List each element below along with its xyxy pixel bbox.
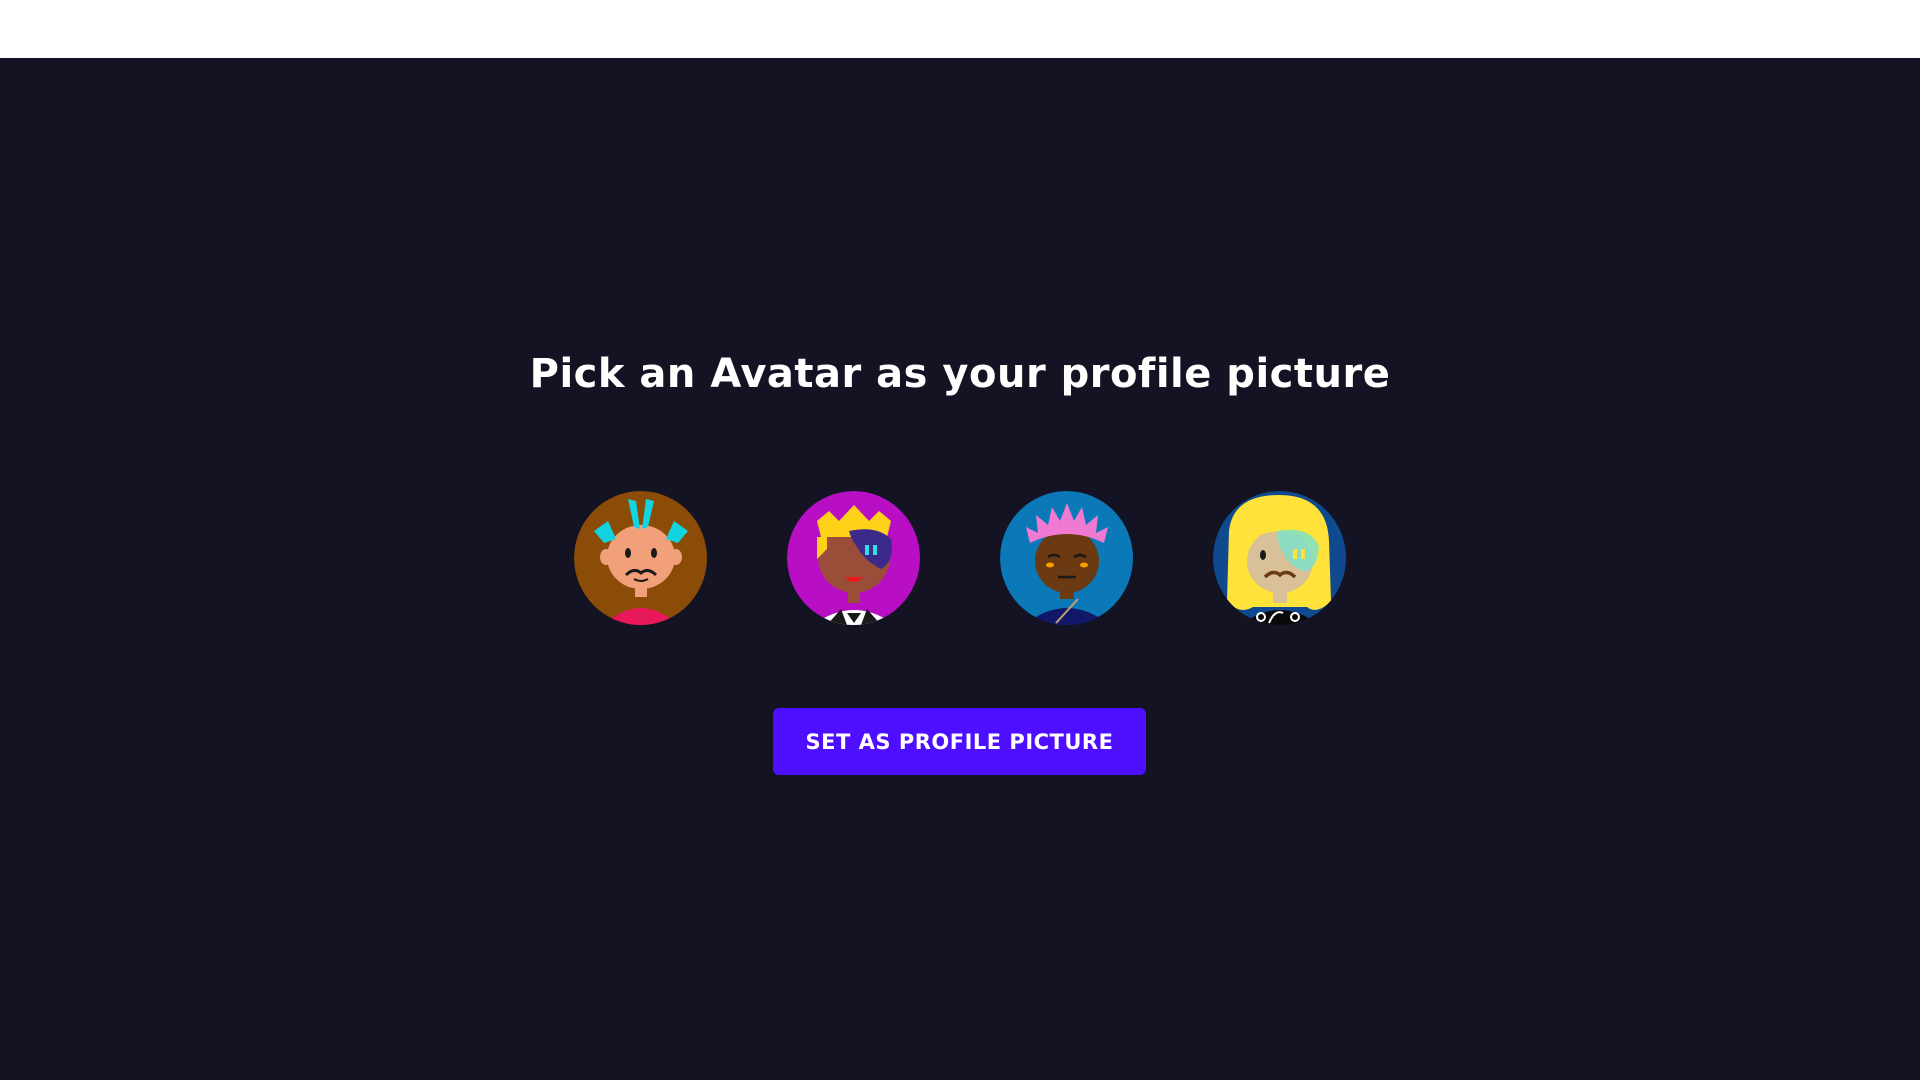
avatar-option-2[interactable] bbox=[787, 491, 920, 625]
avatar-option-1[interactable] bbox=[574, 491, 707, 625]
pink-hair-avatar-icon bbox=[1000, 491, 1133, 625]
avatar-option-4[interactable] bbox=[1213, 491, 1346, 625]
set-profile-picture-button[interactable]: SET AS PROFILE PICTURE bbox=[773, 708, 1146, 775]
page-title: Pick an Avatar as your profile picture bbox=[529, 351, 1391, 397]
avatar-option-3[interactable] bbox=[1000, 491, 1133, 625]
crown-avatar-icon bbox=[787, 491, 920, 625]
blonde-avatar-icon bbox=[1213, 491, 1346, 625]
mohawk-avatar-icon bbox=[574, 491, 707, 625]
avatar-list bbox=[574, 491, 1346, 625]
browser-top-bar bbox=[0, 0, 1920, 58]
